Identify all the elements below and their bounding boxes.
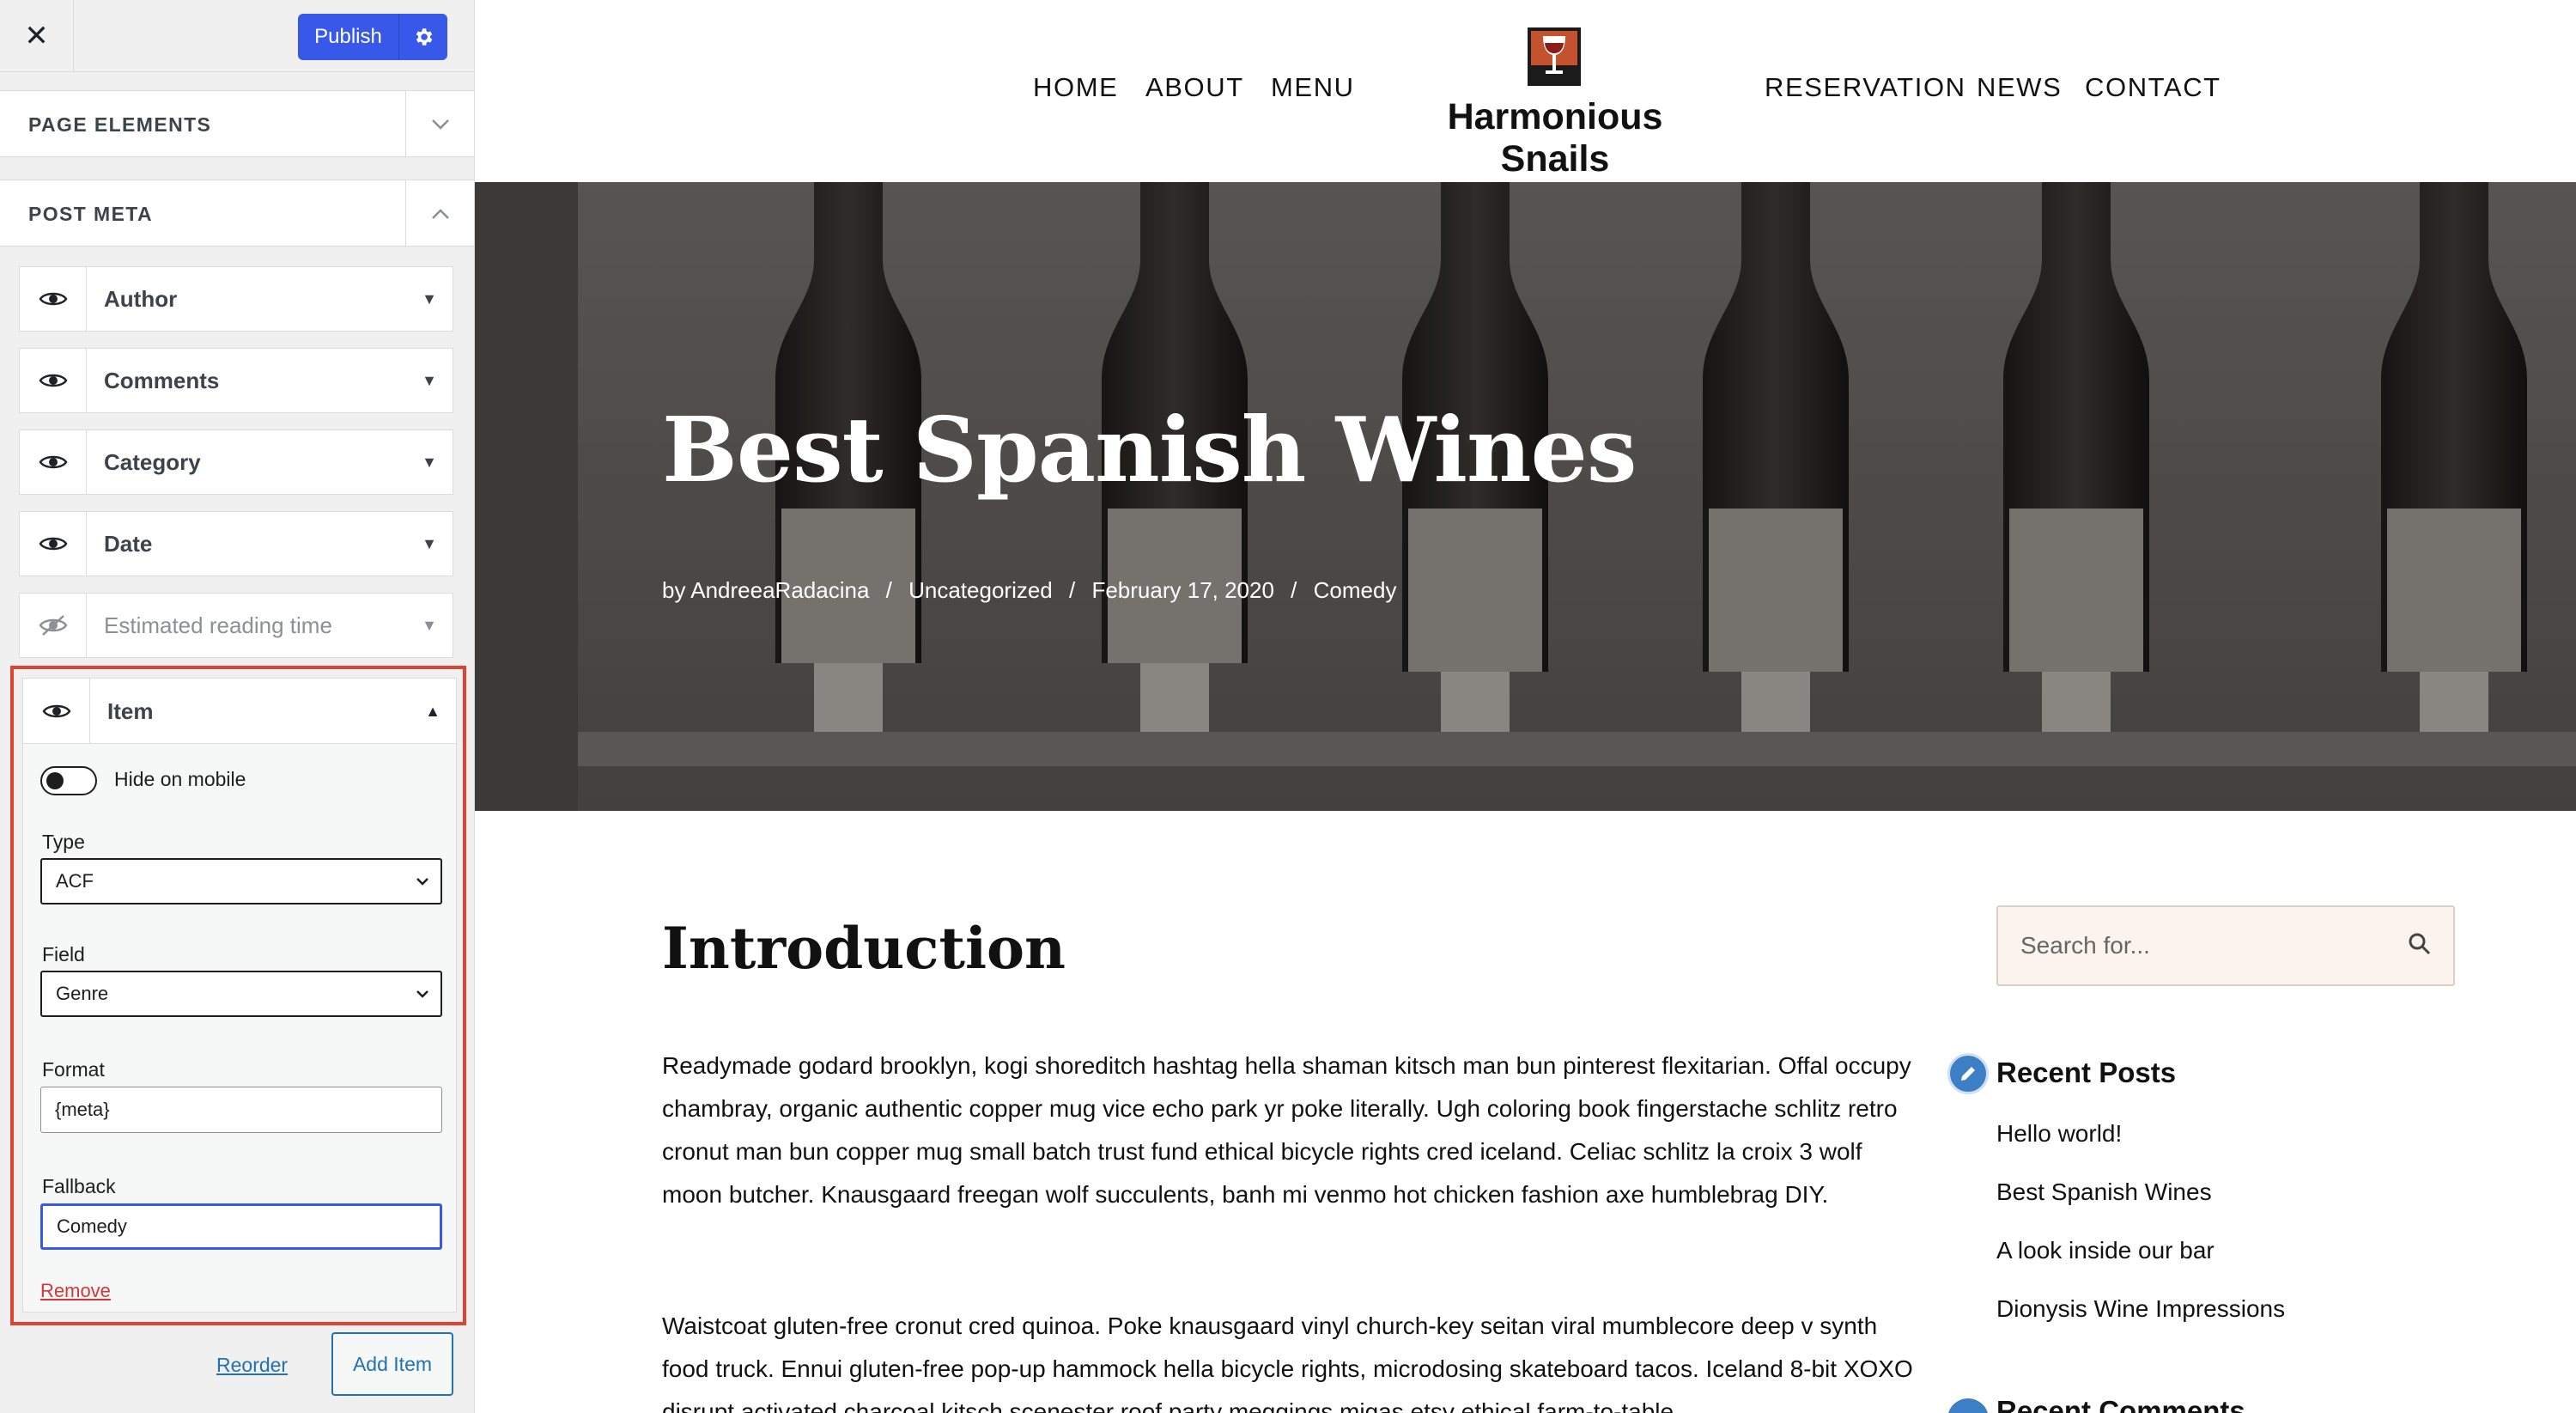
publish-button[interactable]: Publish [298, 14, 399, 60]
customizer-sidebar: ✕ Publish PAGE ELEMENTS POST META Author… [0, 0, 475, 1413]
post-meta-section[interactable]: POST META [0, 180, 474, 247]
meta-row-author[interactable]: Author ▼ [19, 266, 453, 332]
item-title: Item [107, 698, 154, 724]
recent-post-link[interactable]: A look inside our bar [1996, 1237, 2215, 1264]
field-select-value: Genre [56, 983, 109, 1004]
format-input[interactable] [40, 1087, 442, 1133]
item-highlight-box: Item ▲ Hide on mobile Type ACF Field Gen… [10, 666, 466, 1325]
nav-reservation[interactable]: RESERVATION [1765, 72, 1966, 103]
site-brand-name[interactable]: Harmonious Snails [1398, 96, 1712, 180]
nav-menu[interactable]: MENU [1271, 72, 1355, 103]
post-date: February 17, 2020 [1091, 577, 1274, 603]
type-select[interactable]: ACF [40, 858, 442, 904]
recent-post-link[interactable]: Dionysis Wine Impressions [1996, 1295, 2285, 1323]
meta-row-label: Comments [104, 368, 220, 393]
eye-icon[interactable] [20, 512, 87, 576]
close-icon: ✕ [24, 20, 49, 52]
caret-down-icon[interactable]: ▼ [422, 430, 437, 494]
eye-icon[interactable] [20, 349, 87, 412]
meta-row-label: Date [104, 531, 153, 557]
field-select[interactable]: Genre [40, 971, 442, 1017]
post-genre-meta: Comedy [1313, 577, 1397, 603]
meta-separator: / [1069, 577, 1076, 603]
remove-item-link[interactable]: Remove [40, 1280, 111, 1302]
format-label: Format [42, 1058, 105, 1081]
type-label: Type [42, 831, 85, 853]
caret-down-icon[interactable]: ▼ [422, 594, 437, 657]
eye-icon[interactable] [23, 679, 90, 743]
search-widget [1996, 905, 2455, 986]
chevron-down-icon [416, 990, 428, 998]
page-elements-section[interactable]: PAGE ELEMENTS [0, 90, 474, 158]
content-paragraph: Readymade godard brooklyn, kogi shoredit… [662, 1052, 1911, 1208]
post-title: Best Spanish Wines [662, 397, 1637, 502]
recent-posts-title: Recent Posts [1996, 1057, 2177, 1088]
eye-hidden-icon[interactable] [20, 594, 87, 657]
item-panel: Item ▲ Hide on mobile Type ACF Field Gen… [22, 678, 457, 1313]
fallback-label: Fallback [42, 1175, 116, 1197]
caret-down-icon[interactable]: ▼ [422, 349, 437, 412]
item-header[interactable]: Item ▲ [23, 679, 456, 744]
fallback-input[interactable] [40, 1203, 442, 1250]
eye-icon[interactable] [20, 430, 87, 494]
search-input[interactable] [1998, 907, 2393, 984]
gear-icon [416, 28, 433, 46]
search-icon[interactable] [2407, 931, 2433, 957]
hide-on-mobile-toggle[interactable] [40, 766, 97, 795]
chevron-down-icon[interactable] [405, 91, 474, 158]
add-item-button[interactable]: Add Item [331, 1332, 453, 1396]
meta-row-label: Category [104, 449, 201, 475]
meta-row-label: Author [104, 286, 178, 312]
publish-settings-button[interactable] [399, 14, 447, 60]
meta-row-comments[interactable]: Comments ▼ [19, 348, 453, 413]
close-customizer-button[interactable]: ✕ [0, 0, 74, 72]
customizer-header: ✕ Publish [0, 0, 474, 72]
meta-row-date[interactable]: Date ▼ [19, 511, 453, 576]
comment-icon [1947, 1398, 1989, 1413]
post-category-link[interactable]: Uncategorized [908, 577, 1053, 603]
nav-news[interactable]: NEWS [1977, 72, 2062, 103]
field-label: Field [42, 943, 85, 965]
nav-about[interactable]: ABOUT [1145, 72, 1244, 103]
post-hero: Best Spanish Wines by AndreeaRadacina / … [475, 182, 2576, 811]
content-paragraph: Waistcoat gluten-free cronut cred quinoa… [662, 1313, 1913, 1413]
wine-glass-logo-icon[interactable] [1528, 27, 1581, 86]
type-select-value: ACF [56, 870, 94, 892]
site-header: HOME ABOUT MENU Harmonious Snails RESERV… [475, 0, 2576, 182]
chevron-down-icon [416, 878, 428, 886]
pencil-icon [1947, 1053, 1989, 1094]
meta-separator: / [1291, 577, 1297, 603]
site-preview: HOME ABOUT MENU Harmonious Snails RESERV… [475, 0, 2576, 1413]
content-heading: Introduction [662, 915, 1066, 982]
page-elements-label: PAGE ELEMENTS [28, 113, 212, 136]
toggle-knob [46, 772, 64, 789]
meta-row-category[interactable]: Category ▼ [19, 429, 453, 495]
chevron-up-icon[interactable] [405, 180, 474, 247]
post-author-link[interactable]: by AndreeaRadacina [662, 577, 869, 603]
meta-row-reading-time[interactable]: Estimated reading time ▼ [19, 593, 453, 658]
caret-up-icon[interactable]: ▲ [425, 679, 440, 744]
caret-down-icon[interactable]: ▼ [422, 512, 437, 576]
meta-row-label: Estimated reading time [104, 612, 332, 638]
nav-home[interactable]: HOME [1033, 72, 1118, 103]
hide-on-mobile-label: Hide on mobile [114, 768, 246, 790]
post-meta-label: POST META [28, 203, 154, 225]
recent-post-link[interactable]: Hello world! [1996, 1120, 2122, 1148]
post-meta-line: by AndreeaRadacina / Uncategorized / Feb… [662, 577, 1396, 604]
caret-down-icon[interactable]: ▼ [422, 267, 437, 331]
eye-icon[interactable] [20, 267, 87, 331]
recent-comments-title: Recent Comments [1996, 1395, 2245, 1413]
reorder-link[interactable]: Reorder [216, 1354, 288, 1377]
publish-group: Publish [298, 14, 447, 60]
meta-separator: / [885, 577, 892, 603]
nav-contact[interactable]: CONTACT [2085, 72, 2221, 103]
recent-post-link[interactable]: Best Spanish Wines [1996, 1179, 2212, 1206]
